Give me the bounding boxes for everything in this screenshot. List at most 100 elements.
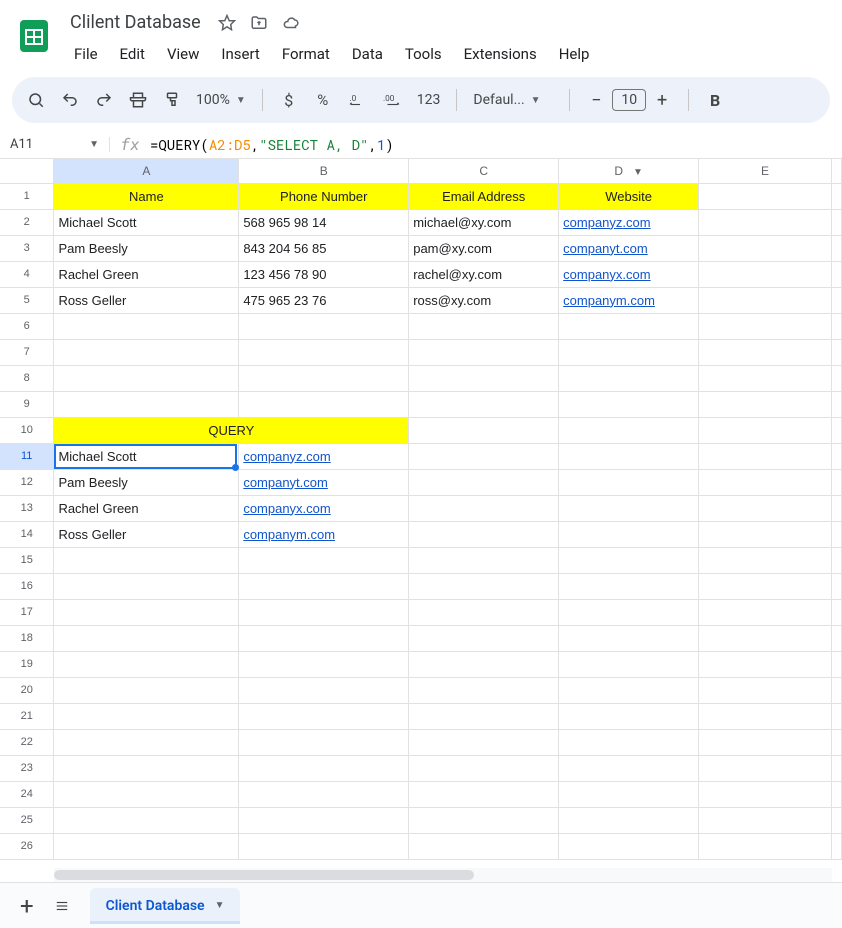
row-header[interactable]: 7 — [0, 339, 54, 365]
cell[interactable]: pam@xy.com — [409, 235, 559, 261]
cell[interactable] — [699, 313, 832, 339]
cell[interactable] — [409, 521, 559, 547]
cell[interactable] — [831, 313, 841, 339]
font-family-select[interactable]: Defaul... ▼ — [473, 92, 553, 108]
link[interactable]: companym.com — [563, 293, 655, 308]
cell[interactable]: QUERY — [54, 417, 409, 443]
cell[interactable] — [54, 599, 239, 625]
cell[interactable] — [831, 443, 841, 469]
cell[interactable] — [409, 469, 559, 495]
star-icon[interactable] — [217, 13, 237, 33]
cell[interactable] — [239, 833, 409, 859]
cell[interactable]: Rachel Green — [54, 261, 239, 287]
spreadsheet-grid[interactable]: A B C D ▼ E 1 Name Phone Number Email Ad… — [0, 159, 842, 860]
cell[interactable] — [831, 703, 841, 729]
cell[interactable] — [559, 365, 699, 391]
cell[interactable] — [831, 417, 841, 443]
row-header[interactable]: 4 — [0, 261, 54, 287]
cell[interactable] — [239, 625, 409, 651]
cell[interactable] — [239, 391, 409, 417]
cell[interactable] — [699, 469, 832, 495]
row-header[interactable]: 16 — [0, 573, 54, 599]
cell[interactable] — [699, 703, 832, 729]
cell[interactable] — [409, 781, 559, 807]
cell[interactable]: Ross Geller — [54, 521, 239, 547]
column-header-D[interactable]: D ▼ — [559, 159, 699, 183]
cell[interactable]: ross@xy.com — [409, 287, 559, 313]
cell[interactable] — [699, 547, 832, 573]
sheet-tab[interactable]: Client Database ▼ — [90, 888, 241, 924]
menu-data[interactable]: Data — [342, 39, 393, 69]
row-header[interactable]: 13 — [0, 495, 54, 521]
cell[interactable] — [559, 807, 699, 833]
number-format-button[interactable]: 123 — [417, 88, 441, 112]
add-sheet-button[interactable]: + — [20, 892, 34, 920]
cell[interactable] — [831, 573, 841, 599]
cell[interactable] — [54, 703, 239, 729]
menu-format[interactable]: Format — [272, 39, 340, 69]
cell[interactable]: 843 204 56 85 — [239, 235, 409, 261]
cell[interactable] — [831, 365, 841, 391]
cell[interactable] — [831, 287, 841, 313]
cell[interactable] — [559, 495, 699, 521]
cell[interactable] — [409, 547, 559, 573]
cell[interactable] — [699, 833, 832, 859]
cell[interactable] — [831, 781, 841, 807]
cell[interactable] — [699, 365, 832, 391]
cell[interactable]: companyz.com — [559, 209, 699, 235]
cell[interactable] — [559, 599, 699, 625]
print-icon[interactable] — [128, 88, 148, 112]
menu-view[interactable]: View — [157, 39, 209, 69]
cell[interactable] — [559, 573, 699, 599]
cell[interactable] — [239, 651, 409, 677]
menu-edit[interactable]: Edit — [110, 39, 155, 69]
link[interactable]: companyx.com — [243, 501, 330, 516]
currency-icon[interactable]: $ — [279, 88, 299, 112]
row-header[interactable]: 26 — [0, 833, 54, 859]
row-header[interactable]: 21 — [0, 703, 54, 729]
cell[interactable] — [559, 781, 699, 807]
row-header[interactable]: 23 — [0, 755, 54, 781]
cell[interactable]: companyz.com — [239, 443, 409, 469]
zoom-select[interactable]: 100% ▼ — [196, 92, 246, 108]
cell[interactable] — [409, 417, 559, 443]
cell[interactable] — [54, 391, 239, 417]
link[interactable]: companyz.com — [563, 215, 650, 230]
cell[interactable]: Pam Beesly — [54, 235, 239, 261]
cell[interactable] — [54, 339, 239, 365]
cell[interactable] — [831, 235, 841, 261]
column-header-F[interactable] — [831, 159, 841, 183]
decrease-font-size-button[interactable]: − — [586, 88, 606, 112]
cell[interactable] — [239, 755, 409, 781]
link[interactable]: companyt.com — [243, 475, 328, 490]
cell[interactable]: companyt.com — [559, 235, 699, 261]
cell[interactable] — [831, 599, 841, 625]
cell[interactable] — [239, 573, 409, 599]
cell[interactable] — [409, 729, 559, 755]
cell[interactable] — [699, 521, 832, 547]
cell[interactable]: michael@xy.com — [409, 209, 559, 235]
cell[interactable] — [699, 443, 832, 469]
cell[interactable] — [239, 703, 409, 729]
cell[interactable] — [559, 547, 699, 573]
paint-format-icon[interactable] — [162, 88, 182, 112]
cell[interactable] — [699, 339, 832, 365]
decrease-decimal-icon[interactable]: .0 — [347, 88, 367, 112]
cell[interactable]: companym.com — [239, 521, 409, 547]
cell[interactable] — [831, 677, 841, 703]
cell[interactable] — [699, 573, 832, 599]
cell[interactable] — [559, 521, 699, 547]
menu-extensions[interactable]: Extensions — [454, 39, 547, 69]
cell[interactable] — [699, 183, 832, 209]
search-icon[interactable] — [26, 88, 46, 112]
column-header-A[interactable]: A — [54, 159, 239, 183]
cell[interactable] — [409, 391, 559, 417]
row-header[interactable]: 15 — [0, 547, 54, 573]
cell[interactable] — [409, 703, 559, 729]
cell[interactable]: Rachel Green — [54, 495, 239, 521]
row-header[interactable]: 24 — [0, 781, 54, 807]
cell[interactable] — [559, 651, 699, 677]
row-header[interactable]: 19 — [0, 651, 54, 677]
cell[interactable] — [239, 547, 409, 573]
cell[interactable] — [54, 729, 239, 755]
